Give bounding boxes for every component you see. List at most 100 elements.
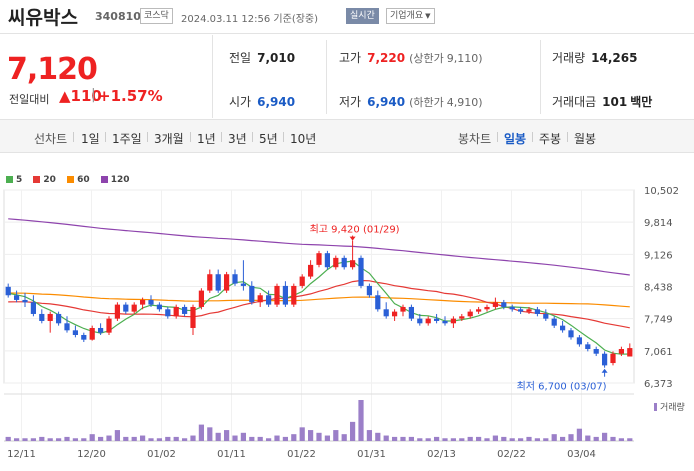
- volume-bar: [467, 436, 473, 441]
- x-tick-label: 01/11: [217, 449, 246, 460]
- stock-header: 씨유박스 340810 코스닥 2024.03.11 12:56 기준(장중) …: [0, 0, 694, 34]
- high-annotation: 최고 9,420 (01/29): [310, 224, 400, 236]
- change-label: 전일대비: [9, 93, 50, 106]
- volume-bar: [55, 438, 62, 441]
- tab-monthly[interactable]: 월봉: [574, 130, 596, 147]
- volume: 거래량 14,265: [552, 49, 637, 66]
- change-percent: +1.57%: [98, 87, 163, 105]
- tab-daily[interactable]: 일봉: [504, 130, 526, 147]
- candle-body: [559, 325, 566, 331]
- x-tick-label: 02/22: [497, 449, 526, 460]
- candle-body: [165, 309, 171, 317]
- divider: [252, 132, 253, 142]
- tab-1w[interactable]: 1주일: [112, 130, 142, 147]
- volume-bar: [97, 436, 104, 441]
- volume-bar: [190, 435, 196, 441]
- ma60-line: [8, 292, 630, 308]
- ma5-line: [8, 260, 630, 355]
- x-tick-label: 01/22: [287, 449, 316, 460]
- candle-body: [156, 304, 163, 310]
- volume-bar: [408, 436, 415, 441]
- tab-3m[interactable]: 3개월: [154, 130, 184, 147]
- candle-body: [593, 349, 599, 354]
- y-tick-label: 10,502: [644, 186, 679, 197]
- candle-body: [291, 285, 297, 305]
- volume-bar: [47, 438, 53, 441]
- volume-label: 거래량: [552, 51, 586, 65]
- candle-body: [383, 309, 389, 317]
- candle-body: [47, 313, 53, 321]
- volume-bar: [358, 400, 364, 441]
- volume-bar: [425, 438, 431, 441]
- stock-code: 340810: [95, 10, 141, 23]
- divider: [221, 132, 222, 142]
- volume-bar: [131, 436, 137, 441]
- candle-body: [257, 295, 263, 303]
- candle-body: [501, 302, 507, 307]
- candle-body: [568, 330, 574, 338]
- candle-body: [207, 274, 213, 291]
- tab-1y[interactable]: 1년: [197, 130, 216, 147]
- candle-body: [459, 316, 465, 319]
- candle-body: [232, 274, 238, 284]
- volume-legend-swatch: [654, 403, 657, 411]
- volume-bar: [148, 438, 154, 441]
- candle-body: [450, 318, 457, 324]
- volume-bar: [450, 438, 457, 441]
- candle-body: [534, 309, 541, 314]
- prev-label: 전일: [229, 51, 252, 65]
- volume-bar: [517, 438, 524, 441]
- low-price: 저가 6,940 (하한가 4,910): [339, 93, 483, 110]
- volume-bar: [333, 430, 339, 441]
- volume-bar: [526, 436, 532, 441]
- volume-bar: [601, 432, 608, 441]
- tab-5y[interactable]: 5년: [259, 130, 278, 147]
- candle-body: [299, 276, 305, 286]
- line-chart-label: 선차트: [34, 132, 68, 146]
- volume-bar: [291, 434, 297, 441]
- low-value: 6,940: [367, 95, 406, 109]
- up-triangle-icon: ▲: [59, 87, 71, 105]
- candle-body: [585, 344, 591, 350]
- open-value: 6,940: [257, 95, 296, 109]
- volume-bar: [400, 436, 406, 441]
- candle-body: [400, 306, 406, 312]
- candle-chart-label: 봉차트: [458, 132, 492, 146]
- company-info-button[interactable]: 기업개요 ▼: [386, 8, 435, 24]
- tab-1d[interactable]: 1일: [81, 130, 100, 147]
- open-price: 시가 6,940: [229, 93, 295, 110]
- volume-bar: [39, 436, 45, 441]
- volume-bar: [618, 438, 625, 441]
- y-tick-label: 7,061: [644, 347, 673, 358]
- candle-body: [492, 302, 499, 307]
- candle-body: [484, 306, 490, 310]
- realtime-button[interactable]: 실시간: [346, 8, 379, 24]
- stock-name: 씨유박스: [8, 7, 78, 29]
- divider: [105, 132, 106, 142]
- tab-3y[interactable]: 3년: [228, 130, 247, 147]
- x-tick-label: 01/31: [357, 449, 386, 460]
- chevron-down-icon: ▼: [425, 12, 431, 20]
- volume-bar: [417, 438, 423, 441]
- volume-bar: [265, 438, 272, 441]
- candle-body: [391, 311, 398, 317]
- volume-bar: [89, 434, 95, 441]
- tab-10y[interactable]: 10년: [290, 130, 316, 147]
- candle-body: [509, 306, 515, 310]
- divider: [283, 132, 284, 142]
- volume-bar: [114, 430, 121, 441]
- candle-body: [433, 318, 440, 321]
- volume-bar: [324, 435, 331, 441]
- prev-value: 7,010: [257, 51, 296, 65]
- y-tick-label: 6,373: [644, 379, 673, 390]
- tab-weekly[interactable]: 주봉: [539, 130, 561, 147]
- candlestick-chart[interactable]: 10,502 9,814 9,126 8,438 7,749 7,061 6,373 12/1…: [0, 171, 694, 471]
- volume-bar: [173, 436, 179, 441]
- lower-label: (하한가: [409, 96, 444, 109]
- candle-body: [316, 253, 322, 265]
- candle-body: [475, 309, 482, 312]
- candle-body: [333, 257, 339, 268]
- company-info-label: 기업개요: [390, 11, 424, 21]
- candle-body: [618, 349, 625, 354]
- volume-bar: [349, 421, 356, 441]
